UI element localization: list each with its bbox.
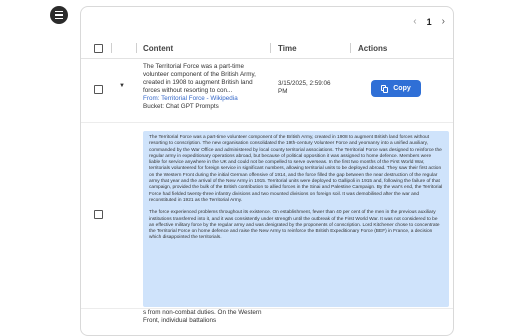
table-header: Content Time Actions xyxy=(81,37,453,59)
column-separator xyxy=(270,43,271,53)
pagination: ‹ 1 › xyxy=(413,17,445,28)
expanded-content: The Territorial Force was a part-time vo… xyxy=(143,131,449,307)
row-checkbox[interactable] xyxy=(94,210,103,219)
table-row: ▼ The Territorial Force was a part-time … xyxy=(81,59,453,123)
row-content: s from non-combat duties. On the Western… xyxy=(143,309,262,324)
expanded-paragraph: The Territorial Force was a part-time vo… xyxy=(149,135,443,203)
column-separator xyxy=(111,43,112,53)
column-separator xyxy=(136,43,137,53)
next-page-button[interactable]: › xyxy=(442,17,445,27)
copy-button[interactable]: Copy xyxy=(371,80,421,97)
source-link[interactable]: From: Territorial Force - Wikipedia xyxy=(143,95,271,103)
copy-label: Copy xyxy=(393,85,411,92)
current-page-number: 1 xyxy=(426,17,432,27)
row-time: 3/15/2025, 2:59:06 PM xyxy=(278,80,331,95)
expand-row-icon[interactable]: ▼ xyxy=(119,83,125,89)
column-header-actions: Actions xyxy=(358,44,388,53)
expanded-paragraph: The force experienced problems throughou… xyxy=(149,210,440,241)
column-separator xyxy=(350,43,351,53)
prev-page-button[interactable]: ‹ xyxy=(413,17,416,27)
bucket-label: Bucket: Chat GPT Prompts xyxy=(143,103,219,110)
content-table-panel: ‹ 1 › Content Time Actions ▼ The Territo… xyxy=(80,6,454,336)
row-content: The Territorial Force was a part-time vo… xyxy=(143,63,271,111)
content-snippet: The Territorial Force was a part-time vo… xyxy=(143,63,256,94)
copy-icon xyxy=(381,84,389,93)
menu-icon[interactable] xyxy=(50,6,68,24)
select-all-checkbox[interactable] xyxy=(94,44,103,53)
row-checkbox[interactable] xyxy=(94,85,103,94)
expanded-row: The Territorial Force was a part-time vo… xyxy=(81,123,453,309)
column-header-time[interactable]: Time xyxy=(278,44,297,53)
column-header-content[interactable]: Content xyxy=(143,44,173,53)
